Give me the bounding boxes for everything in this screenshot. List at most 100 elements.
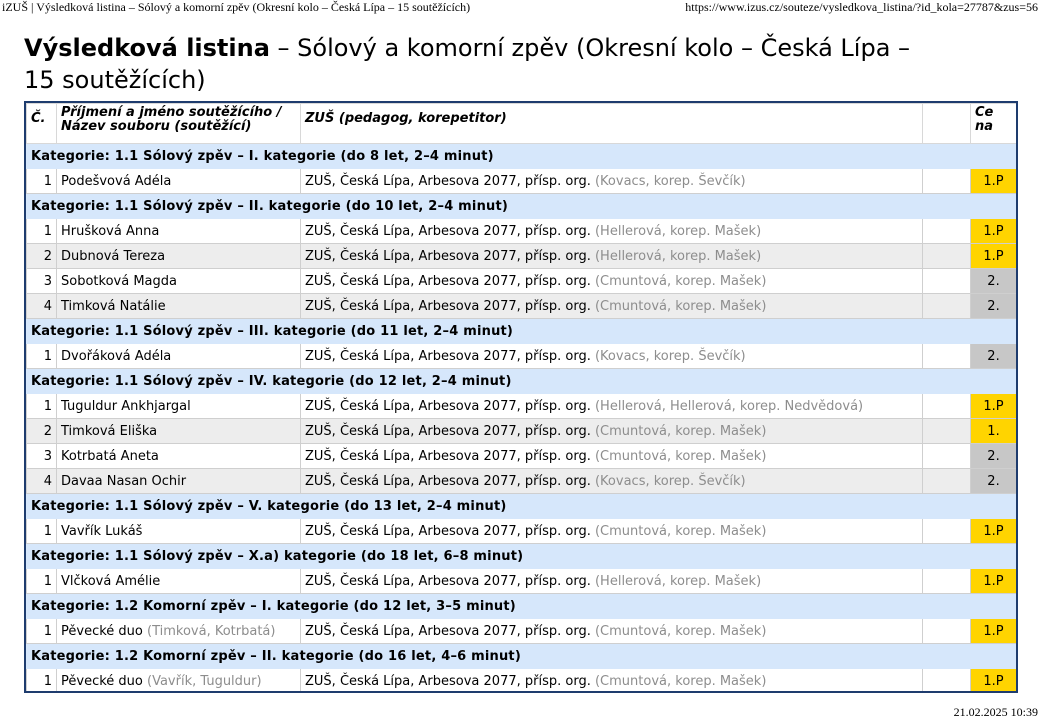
column-header-number[interactable]: Č.	[26, 103, 57, 144]
cell-school: ZUŠ, Česká Lípa, Arbesova 2077, přísp. o…	[300, 268, 923, 294]
cell-spacer	[922, 518, 971, 544]
teachers: (Hellerová, korep. Mašek)	[594, 248, 762, 264]
cell-school: ZUŠ, Česká Lípa, Arbesova 2077, přísp. o…	[300, 443, 923, 469]
teachers: (Cmuntová, korep. Mašek)	[594, 623, 767, 639]
contestant-name[interactable]: Dubnová Tereza	[61, 249, 165, 264]
cell-spacer	[922, 293, 971, 319]
cell-prize: 2.	[970, 268, 1016, 294]
cell-spacer	[922, 393, 971, 419]
school-name: ZUŠ, Česká Lípa, Arbesova 2077, přísp. o…	[305, 223, 591, 239]
cell-order: 3	[26, 268, 57, 294]
cell-school: ZUŠ, Česká Lípa, Arbesova 2077, přísp. o…	[300, 418, 923, 444]
cell-contestant: Podešvová Adéla	[56, 168, 301, 194]
cell-contestant: Vlčková Amélie	[56, 568, 301, 594]
table-row: 4 Timková Natálie ZUŠ, Česká Lípa, Arbesov…	[26, 293, 1016, 319]
contestant-name[interactable]: Timková Eliška	[61, 424, 157, 439]
cell-prize: 2.	[970, 468, 1016, 494]
contestant-name[interactable]: Dvořáková Adéla	[61, 349, 171, 364]
contestant-name[interactable]: Podešvová Adéla	[61, 174, 171, 189]
cell-contestant: Dvořáková Adéla	[56, 343, 301, 369]
category-row: Kategorie: 1.1 Sólový zpěv – IV. kategor…	[26, 368, 1016, 394]
category-label: Kategorie: 1.1 Sólový zpěv – III. katego…	[26, 318, 1016, 344]
results-table-body: Č. Příjmení a jméno soutěžícího / Název …	[26, 103, 1016, 691]
school-name: ZUŠ, Česká Lípa, Arbesova 2077, přísp. o…	[305, 573, 591, 589]
teachers: (Hellerová, korep. Mašek)	[594, 573, 762, 589]
teachers: (Hellerová, korep. Mašek)	[594, 223, 762, 239]
print-header: iZUŠ | Výsledková listina – Sólový a kom…	[0, 0, 1040, 16]
category-row: Kategorie: 1.1 Sólový zpěv – II. kategor…	[26, 193, 1016, 219]
cell-contestant: Dubnová Tereza	[56, 243, 301, 269]
contestant-name[interactable]: Tuguldur Ankhjargal	[61, 399, 191, 414]
cell-order: 1	[26, 568, 57, 594]
cell-school: ZUŠ, Česká Lípa, Arbesova 2077, přísp. o…	[300, 343, 923, 369]
column-header-prize[interactable]: Ce na	[970, 103, 1016, 144]
cell-order: 1	[26, 393, 57, 419]
contestant-name[interactable]: Timková Natálie	[61, 299, 166, 314]
contestant-name[interactable]: Hrušková Anna	[61, 224, 159, 239]
cell-prize: 1.P	[970, 393, 1016, 419]
cell-contestant: Timková Natálie	[56, 293, 301, 319]
cell-contestant: Pěvecké duo (Vavřík, Tuguldur)	[56, 668, 301, 691]
cell-contestant: Vavřík Lukáš	[56, 518, 301, 544]
cell-prize: 2.	[970, 343, 1016, 369]
column-header-school[interactable]: ZUŠ (pedagog, korepetitor)	[300, 103, 923, 144]
ensemble-members: (Timková, Kotrbatá)	[147, 623, 276, 639]
table-header-row: Č. Příjmení a jméno soutěžícího / Název …	[26, 103, 1016, 144]
table-row: 1 Vavřík Lukáš ZUŠ, Česká Lípa, Arbesova 2…	[26, 518, 1016, 544]
school-name: ZUŠ, Česká Lípa, Arbesova 2077, přísp. o…	[305, 523, 591, 539]
teachers: (Kovacs, korep. Ševčík)	[594, 348, 746, 364]
school-name: ZUŠ, Česká Lípa, Arbesova 2077, přísp. o…	[305, 473, 591, 489]
teachers: (Kovacs, korep. Ševčík)	[594, 473, 746, 489]
cell-prize: 2.	[970, 293, 1016, 319]
category-row: Kategorie: 1.1 Sólový zpěv – V. kategori…	[26, 493, 1016, 519]
contestant-name[interactable]: Kotrbatá Aneta	[61, 449, 159, 464]
cell-spacer	[922, 618, 971, 644]
cell-prize: 1.P	[970, 518, 1016, 544]
results-table-frame: Č. Příjmení a jméno soutěžícího / Název …	[24, 101, 1018, 693]
cell-school: ZUŠ, Česká Lípa, Arbesova 2077, přísp. o…	[300, 393, 923, 419]
cell-school: ZUŠ, Česká Lípa, Arbesova 2077, přísp. o…	[300, 618, 923, 644]
cell-school: ZUŠ, Česká Lípa, Arbesova 2077, přísp. o…	[300, 293, 923, 319]
cell-contestant: Tuguldur Ankhjargal	[56, 393, 301, 419]
school-name: ZUŠ, Česká Lípa, Arbesova 2077, přísp. o…	[305, 348, 591, 364]
category-label: Kategorie: 1.2 Komorní zpěv – I. kategor…	[26, 593, 1016, 619]
contestant-name[interactable]: Sobotková Magda	[61, 274, 177, 289]
contestant-name[interactable]: Davaa Nasan Ochir	[61, 474, 186, 489]
teachers: (Cmuntová, korep. Mašek)	[594, 273, 767, 289]
results-table: Č. Příjmení a jméno soutěžícího / Název …	[26, 103, 1016, 691]
contestant-name[interactable]: Vlčková Amélie	[61, 574, 160, 589]
category-row: Kategorie: 1.1 Sólový zpěv – III. katego…	[26, 318, 1016, 344]
school-name: ZUŠ, Česká Lípa, Arbesova 2077, přísp. o…	[305, 173, 591, 189]
contestant-name[interactable]: Vavřík Lukáš	[61, 524, 142, 539]
teachers: (Kovacs, korep. Ševčík)	[594, 173, 746, 189]
cell-spacer	[922, 568, 971, 594]
cell-school: ZUŠ, Česká Lípa, Arbesova 2077, přísp. o…	[300, 168, 923, 194]
table-row: 3 Kotrbatá Aneta ZUŠ, Česká Lípa, Arbesova…	[26, 443, 1016, 469]
teachers: (Cmuntová, korep. Mašek)	[594, 423, 767, 439]
cell-school: ZUŠ, Česká Lípa, Arbesova 2077, přísp. o…	[300, 668, 923, 691]
contestant-name[interactable]: Pěvecké duo	[61, 624, 143, 639]
category-label: Kategorie: 1.1 Sólový zpěv – X.a) katego…	[26, 543, 1016, 569]
cell-spacer	[922, 418, 971, 444]
teachers: (Cmuntová, korep. Mašek)	[594, 523, 767, 539]
cell-order: 1	[26, 668, 57, 691]
table-row: 1 Pěvecké duo (Vavřík, Tuguldur) ZUŠ, Česk…	[26, 668, 1016, 691]
contestant-name[interactable]: Pěvecké duo	[61, 674, 143, 689]
column-header-name[interactable]: Příjmení a jméno soutěžícího / Název sou…	[56, 103, 301, 144]
cell-spacer	[922, 168, 971, 194]
cell-contestant: Kotrbatá Aneta	[56, 443, 301, 469]
cell-prize: 1.P	[970, 218, 1016, 244]
school-name: ZUŠ, Česká Lípa, Arbesova 2077, přísp. o…	[305, 673, 591, 689]
teachers: (Hellerová, Hellerová, korep. Nedvědová)	[594, 398, 864, 414]
teachers: (Cmuntová, korep. Mašek)	[594, 673, 767, 689]
cell-spacer	[922, 243, 971, 269]
table-row: 1 Podešvová Adéla ZUŠ, Česká Lípa, Arbesov…	[26, 168, 1016, 194]
table-row: 1 Dvořáková Adéla ZUŠ, Česká Lípa, Arbesov…	[26, 343, 1016, 369]
cell-order: 1	[26, 518, 57, 544]
category-row: Kategorie: 1.2 Komorní zpěv – I. kategor…	[26, 593, 1016, 619]
column-header-spacer	[922, 103, 971, 144]
table-row: 4 Davaa Nasan Ochir ZUŠ, Česká Lípa, Arbes…	[26, 468, 1016, 494]
cell-order: 1	[26, 168, 57, 194]
cell-order: 2	[26, 243, 57, 269]
category-row: Kategorie: 1.1 Sólový zpěv – X.a) katego…	[26, 543, 1016, 569]
